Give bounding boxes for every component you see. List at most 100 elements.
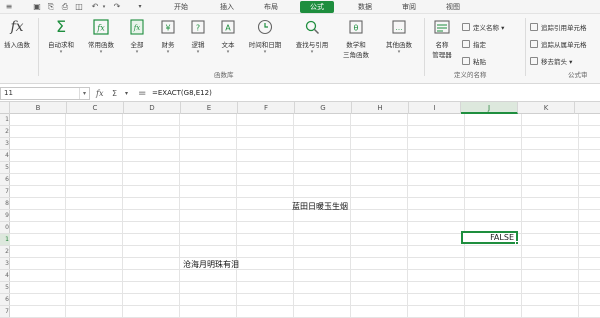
row-header[interactable]: 8 — [0, 198, 10, 210]
row-header[interactable]: 2 — [0, 126, 10, 138]
column-header-d[interactable]: D — [124, 102, 181, 114]
redo-icon[interactable]: ↷ — [112, 2, 122, 12]
insert-function-button[interactable]: fx 插入函数 — [0, 18, 34, 49]
row-header[interactable]: 3 — [0, 258, 10, 270]
svg-text:fx: fx — [133, 24, 141, 32]
row-header[interactable]: 4 — [0, 150, 10, 162]
tab-view[interactable]: 视图 — [440, 0, 466, 14]
undo-icon[interactable]: ↶ — [90, 2, 100, 12]
column-header-g[interactable]: G — [295, 102, 352, 114]
fill-handle[interactable] — [515, 241, 519, 245]
chevron-down-icon[interactable]: ▾ — [79, 88, 89, 99]
lookup-reference-button[interactable]: 查找与引用 ▾ — [292, 18, 332, 55]
row-header[interactable]: 3 — [0, 138, 10, 150]
active-cell-j11[interactable]: FALSE — [461, 231, 518, 244]
title-bar: ≡ ▣ ⎘ ⎙ ◫ ↶ ▾ ↷ ▾ 开始 插入 布局 公式 数据 审阅 视图 — [0, 0, 600, 14]
all-functions-button[interactable]: fx 全部 ▾ — [124, 18, 150, 55]
preview-icon[interactable]: ◫ — [74, 2, 84, 12]
row-header[interactable]: 9 — [0, 210, 10, 222]
column-header-j[interactable]: J — [461, 102, 518, 114]
svg-text:?: ? — [196, 24, 200, 33]
row-header[interactable]: 2 — [0, 246, 10, 258]
formula-input[interactable]: =EXACT(G8,E12) — [152, 87, 212, 100]
tab-formulas[interactable]: 公式 — [300, 1, 334, 13]
paste-icon — [462, 57, 470, 65]
column-header-c[interactable]: C — [67, 102, 124, 114]
function-book-icon: fx — [130, 19, 144, 35]
tab-review[interactable]: 审阅 — [396, 0, 422, 14]
group-label-function-library: 函数库 — [214, 71, 234, 79]
fx-icon: fx — [10, 19, 24, 35]
tab-home[interactable]: 开始 — [168, 0, 194, 14]
chevron-down-icon: ▾ — [59, 49, 63, 55]
cell-e12[interactable]: 沧海月明珠有泪 — [183, 259, 239, 270]
row-header[interactable]: 7 — [0, 306, 10, 318]
export-icon[interactable]: ⎘ — [46, 2, 56, 12]
paste-name-button[interactable]: 粘贴 — [462, 56, 486, 68]
common-functions-button[interactable]: fx 常用函数 ▾ — [84, 18, 118, 55]
datetime-button[interactable]: 时间和日期 ▾ — [244, 18, 286, 55]
cell-g8[interactable]: 蓝田日暖玉生烟 — [292, 201, 348, 212]
tab-insert[interactable]: 插入 — [214, 0, 240, 14]
chevron-down-icon: ▾ — [135, 49, 139, 55]
row-header[interactable]: 7 — [0, 186, 10, 198]
autosum-button[interactable]: Σ 自动求和 ▾ — [44, 17, 78, 56]
row-header[interactable]: 4 — [0, 270, 10, 282]
logical-icon: ? — [191, 20, 205, 34]
chevron-down-icon: ▾ — [99, 49, 103, 55]
financial-icon: ¥ — [161, 20, 175, 34]
chevron-down-icon: ▾ — [166, 49, 170, 55]
menu-icon[interactable]: ≡ — [4, 2, 14, 12]
name-manager-button[interactable]: 名称 管理器 — [428, 18, 456, 59]
sigma-icon[interactable]: Σ — [112, 87, 117, 100]
column-header-i[interactable]: I — [409, 102, 461, 114]
row-header[interactable]: 0 — [0, 222, 10, 234]
column-header-f[interactable]: F — [238, 102, 295, 114]
save-icon[interactable]: ▣ — [32, 2, 42, 12]
remove-arrows-button[interactable]: 移去箭头 ▾ — [530, 56, 572, 68]
row-header[interactable]: 6 — [0, 174, 10, 186]
sigma-icon: Σ — [55, 17, 67, 36]
row-header[interactable]: 1 — [0, 114, 10, 126]
column-header-e[interactable]: E — [181, 102, 238, 114]
other-functions-button[interactable]: … 其他函数 ▾ — [380, 18, 418, 55]
more-functions-icon: … — [392, 20, 406, 34]
print-icon[interactable]: ⎙ — [60, 2, 70, 12]
trace-dependents-button[interactable]: 追踪从属单元格 — [530, 39, 587, 51]
select-all-corner[interactable] — [0, 102, 10, 114]
text-functions-button[interactable]: A 文本 ▾ — [216, 18, 240, 55]
fx-icon[interactable]: fx — [96, 87, 103, 100]
column-header-l[interactable] — [575, 102, 600, 114]
logical-button[interactable]: ? 逻辑 ▾ — [186, 18, 210, 55]
cell-grid[interactable] — [10, 114, 600, 318]
column-header-k[interactable]: K — [518, 102, 575, 114]
chevron-down-icon: ▾ — [310, 49, 314, 55]
chevron-down-icon[interactable]: ▾ — [125, 87, 128, 100]
trace-dependents-icon — [530, 40, 538, 48]
column-header-h[interactable]: H — [352, 102, 409, 114]
customize-dropdown-icon[interactable]: ▾ — [135, 2, 145, 12]
row-header[interactable]: 5 — [0, 162, 10, 174]
divider — [38, 18, 39, 76]
tab-data[interactable]: 数据 — [352, 0, 378, 14]
tab-layout[interactable]: 布局 — [258, 0, 284, 14]
row-header[interactable]: 6 — [0, 294, 10, 306]
row-header[interactable]: 1 — [0, 234, 10, 246]
svg-text:θ: θ — [354, 24, 359, 33]
column-header-b[interactable]: B — [10, 102, 67, 114]
undo-dropdown-icon[interactable]: ▾ — [101, 2, 107, 12]
svg-text:fx: fx — [96, 24, 105, 33]
trace-precedents-icon — [530, 23, 538, 31]
group-label-formula-auditing: 公式审 — [568, 71, 588, 79]
trace-precedents-button[interactable]: 追踪引用单元格 — [530, 22, 587, 34]
name-manager-icon — [434, 20, 450, 34]
define-name-button[interactable]: 定义名称 ▾ — [462, 22, 504, 34]
clock-icon — [257, 19, 273, 35]
specify-button[interactable]: 指定 — [462, 39, 486, 51]
name-box[interactable]: 11 ▾ — [0, 87, 90, 100]
math-trig-button[interactable]: θ 数学和 三角函数 — [336, 18, 376, 59]
divider — [525, 18, 526, 76]
chevron-down-icon: ▾ — [263, 49, 267, 55]
financial-button[interactable]: ¥ 财务 ▾ — [156, 18, 180, 55]
row-header[interactable]: 5 — [0, 282, 10, 294]
